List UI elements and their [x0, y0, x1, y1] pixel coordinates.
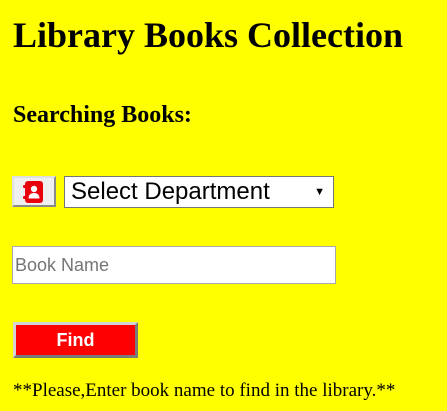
book-name-input[interactable]: [12, 246, 336, 284]
department-select[interactable]: Select Department ▼: [64, 176, 334, 208]
find-button[interactable]: Find: [13, 322, 138, 358]
address-book-icon: [23, 180, 43, 203]
section-subtitle: Searching Books:: [13, 102, 192, 128]
department-icon-button[interactable]: [12, 176, 56, 207]
page-title: Library Books Collection: [13, 15, 404, 55]
instruction-note: **Please,Enter book name to find in the …: [13, 380, 396, 401]
department-select-value: Select Department: [71, 178, 270, 205]
chevron-down-icon: ▼: [314, 186, 325, 198]
